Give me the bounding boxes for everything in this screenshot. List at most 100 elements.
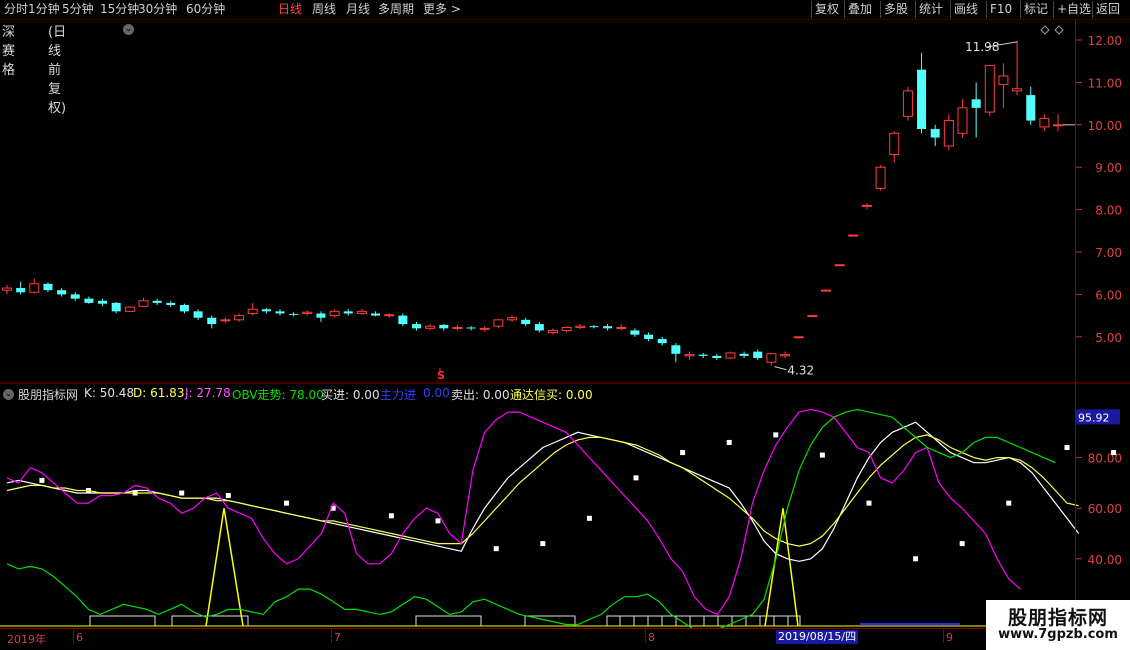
- candle-body: [425, 325, 436, 329]
- toolbar-right-item-2[interactable]: 多股: [884, 2, 908, 17]
- candle-body: [343, 311, 353, 314]
- toolbar-separator: [880, 1, 881, 18]
- toolbar-right-item-3[interactable]: 统计: [919, 2, 943, 17]
- candle-body: [739, 353, 749, 356]
- candle-body: [1012, 88, 1023, 92]
- candle: [466, 326, 476, 331]
- candle-body: [589, 326, 599, 328]
- candle-body: [712, 355, 722, 358]
- k-marker: [388, 513, 394, 519]
- candle-body: [1026, 95, 1036, 121]
- watermark-url: www.7gpzb.com: [998, 627, 1118, 642]
- toolbar-separator: [950, 1, 951, 18]
- candle-body: [671, 345, 681, 354]
- candle-body: [439, 324, 449, 329]
- toolbar-right-item-4[interactable]: 画线: [954, 2, 978, 17]
- candle-body: [848, 234, 859, 237]
- candle: [289, 312, 299, 317]
- buy-value: 买进: 0.00: [321, 388, 380, 402]
- candle-body: [193, 311, 203, 318]
- watermark-title: 股朋指标网: [1007, 607, 1108, 629]
- sell-signal-marker: S: [437, 369, 445, 382]
- candle: [998, 63, 1009, 108]
- toolbar-item-5[interactable]: 60分钟: [186, 2, 225, 17]
- candle-body: [644, 334, 654, 339]
- toolbar-right-item-7[interactable]: +自选: [1057, 2, 1091, 17]
- k-marker: [819, 452, 825, 458]
- indicator-axis-label: 60.00: [1088, 502, 1122, 516]
- candle-body: [43, 283, 53, 291]
- candle: [493, 318, 504, 329]
- candle-body: [984, 64, 995, 113]
- toolbar-right-item-1[interactable]: 叠加: [848, 2, 872, 17]
- candle-body: [561, 326, 572, 331]
- indicator-menu-icon[interactable]: ⌄: [3, 389, 14, 400]
- toolbar-item-8[interactable]: 月线: [346, 2, 370, 17]
- toolbar-item-9[interactable]: 多周期: [378, 2, 414, 17]
- candle-body: [316, 313, 326, 318]
- candle: [275, 309, 285, 316]
- candle: [2, 285, 12, 295]
- price-axis-label: 7.00: [1095, 246, 1122, 260]
- low-pointer: [774, 366, 787, 371]
- candle: [712, 353, 722, 361]
- candle: [439, 324, 449, 331]
- candle: [930, 124, 940, 146]
- candle: [220, 317, 231, 324]
- k-marker: [179, 490, 185, 496]
- candle: [57, 288, 67, 297]
- toolbar-item-0[interactable]: 分时: [4, 2, 28, 17]
- candle-body: [630, 330, 640, 335]
- candle: [861, 203, 872, 210]
- candle-body: [902, 90, 913, 117]
- candle-body: [247, 308, 258, 314]
- toolbar-item-2[interactable]: 5分钟: [62, 2, 94, 17]
- date-label-jul: 7: [334, 631, 341, 644]
- candle-body: [2, 287, 12, 291]
- candle: [766, 352, 777, 366]
- candle-body: [521, 319, 531, 325]
- toolbar-item-3[interactable]: 15分钟: [100, 2, 139, 17]
- candle-body: [1053, 124, 1064, 127]
- candle-body: [616, 326, 627, 329]
- candle: [630, 328, 640, 337]
- candle: [124, 306, 135, 313]
- toolbar-right-item-6[interactable]: 标记: [1024, 2, 1048, 17]
- candle: [1026, 86, 1036, 125]
- diamond-icon: [1040, 25, 1050, 35]
- candle-body: [766, 353, 777, 363]
- toolbar-right-item-8[interactable]: 返回: [1096, 2, 1120, 17]
- candle-body: [725, 352, 736, 359]
- candle-body: [889, 132, 900, 155]
- toolbar-item-1[interactable]: 1分钟: [28, 2, 60, 17]
- toolbar-item-4[interactable]: 30分钟: [138, 2, 177, 17]
- candle-body: [875, 166, 886, 189]
- toolbar-separator: [844, 1, 845, 18]
- candle-body: [220, 319, 231, 322]
- toolbar-right-item-5[interactable]: F10: [990, 2, 1012, 17]
- candle: [875, 165, 886, 191]
- toolbar-item-10[interactable]: 更多 >: [423, 2, 461, 17]
- indicator-name: 股朋指标网: [18, 388, 79, 402]
- candle-body: [861, 204, 872, 207]
- current-date-label: 2019/08/15/四: [776, 630, 859, 644]
- obv-value: OBV走势: 78.00: [232, 388, 324, 402]
- candle: [452, 324, 463, 331]
- series-line-k: [6, 421, 1080, 562]
- candle-body: [111, 302, 121, 312]
- candle: [671, 343, 681, 363]
- candle-body: [261, 309, 271, 312]
- candle-body: [179, 305, 189, 312]
- candle-body: [398, 315, 408, 325]
- candle-body: [166, 302, 176, 305]
- toolbar-item-7[interactable]: 周线: [312, 2, 336, 17]
- candle-body: [657, 338, 667, 344]
- right-axis-border: [1075, 20, 1076, 628]
- main-buy-value: 0.00: [423, 386, 450, 400]
- price-axis-label: 5.00: [1095, 331, 1122, 345]
- candle: [943, 114, 954, 151]
- toolbar-item-6[interactable]: 日线: [278, 2, 302, 17]
- toolbar-right-item-0[interactable]: 复权: [815, 2, 839, 17]
- date-tick: [943, 629, 944, 643]
- candle-body: [793, 336, 804, 339]
